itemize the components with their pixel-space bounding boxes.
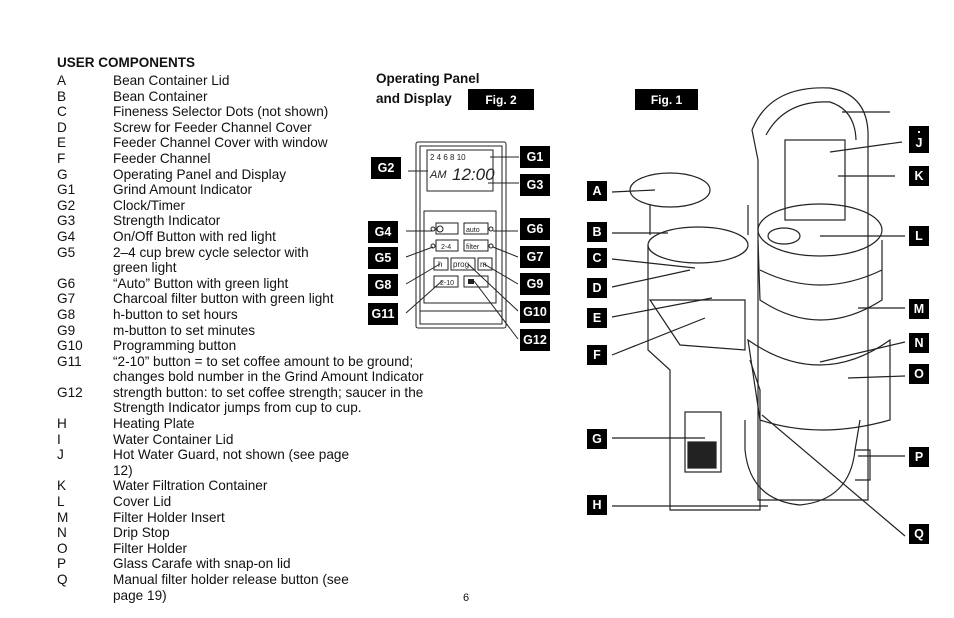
label-n: N — [909, 333, 929, 353]
page-number: 6 — [463, 592, 470, 604]
label-g6: G6 — [520, 218, 550, 240]
label-j: J — [909, 133, 929, 153]
label-g5: G5 — [368, 247, 398, 269]
label-o: O — [909, 364, 929, 384]
h-button: h — [438, 260, 442, 269]
label-c: C — [587, 248, 607, 268]
label-g: G — [587, 429, 607, 449]
label-b: B — [587, 222, 607, 242]
label-m: M — [909, 299, 929, 319]
manual-page: USER COMPONENTS A Bean Container Lid B Bean… — [0, 0, 954, 618]
prog-button: prog — [453, 260, 469, 269]
label-g8: G8 — [368, 274, 398, 296]
label-g1: G1 — [520, 146, 550, 168]
label-k: K — [909, 166, 929, 186]
auto-button: auto — [466, 227, 480, 234]
label-f: F — [587, 345, 607, 365]
label-g11: G11 — [368, 303, 398, 325]
label-q: Q — [909, 524, 929, 544]
label-e: E — [587, 308, 607, 328]
coffee-machine-drawing — [611, 87, 906, 537]
label-g10: G10 — [520, 301, 550, 323]
label-g3: G3 — [520, 174, 550, 196]
filter-button: filter — [466, 244, 480, 251]
two-ten-button: 2-10 — [440, 280, 454, 287]
label-g7: G7 — [520, 246, 550, 268]
illustrations: 2 4 6 8 10 AM 12:00 auto 2-4 filter h pr… — [405, 87, 906, 537]
two-four-button: 2-4 — [441, 244, 451, 251]
label-g4: G4 — [368, 221, 398, 243]
label-l: L — [909, 226, 929, 246]
label-g2: G2 — [371, 157, 401, 179]
label-g12: G12 — [520, 329, 550, 351]
power-icon — [436, 225, 444, 233]
m-button: m — [480, 260, 487, 269]
ampm-readout: AM — [429, 169, 447, 181]
label-g9: G9 — [520, 273, 550, 295]
time-readout: 12:00 — [452, 165, 495, 184]
label-h: H — [587, 495, 607, 515]
label-d: D — [587, 278, 607, 298]
label-p: P — [909, 447, 929, 467]
strength-icon — [468, 279, 474, 284]
grind-amount-indicator: 2 4 6 8 10 — [430, 153, 466, 162]
label-a: A — [587, 181, 607, 201]
